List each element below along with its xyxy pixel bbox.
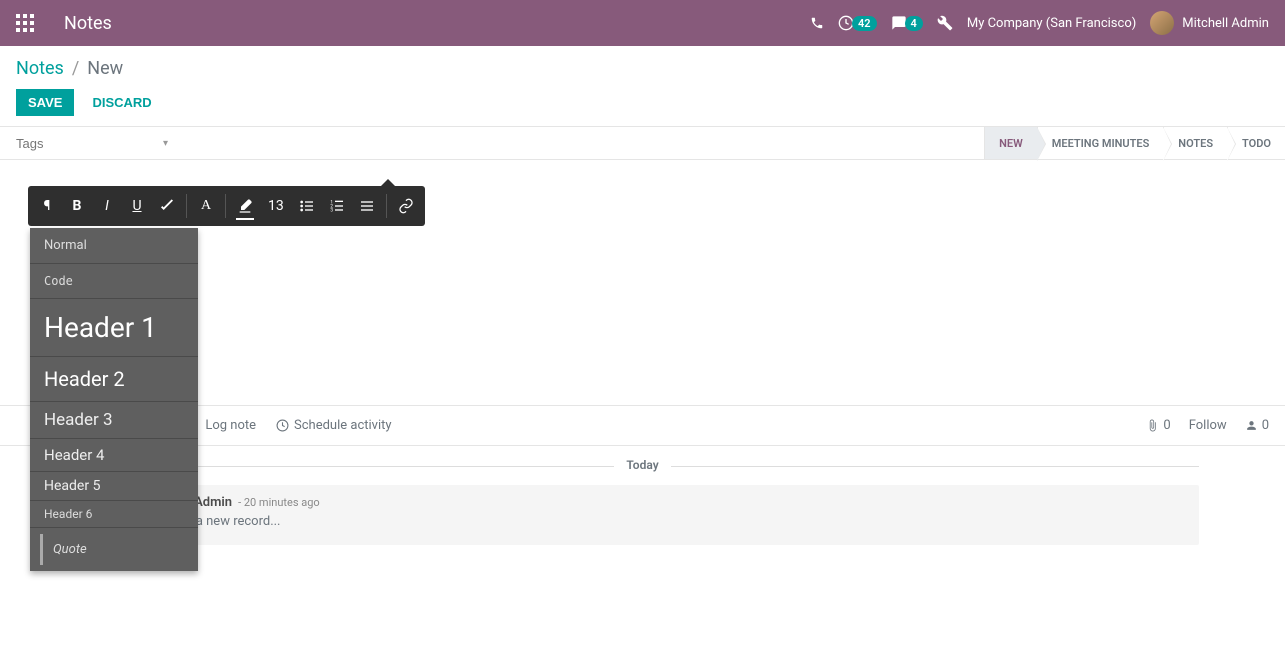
- save-button[interactable]: Save: [16, 89, 74, 116]
- unordered-list-button[interactable]: [292, 186, 322, 226]
- activities-badge: 42: [852, 16, 877, 31]
- style-option-h1[interactable]: Header 1: [30, 299, 198, 357]
- tags-input[interactable]: [0, 130, 175, 157]
- activities-icon[interactable]: 42: [838, 15, 877, 31]
- breadcrumb-separator: /: [72, 58, 79, 79]
- style-option-h5[interactable]: Header 5: [30, 472, 198, 501]
- breadcrumb-current: New: [87, 58, 123, 79]
- bold-button[interactable]: B: [62, 186, 92, 226]
- attachments-count[interactable]: 0: [1146, 418, 1170, 433]
- style-option-h3[interactable]: Header 3: [30, 402, 198, 439]
- tags-dropdown-caret[interactable]: ▾: [163, 138, 168, 149]
- follow-button[interactable]: Follow: [1189, 418, 1227, 433]
- status-step-notes[interactable]: Notes: [1163, 127, 1227, 159]
- log-note-button[interactable]: Log note: [205, 418, 256, 433]
- debug-icon[interactable]: [937, 15, 953, 31]
- date-separator: Today: [86, 458, 1199, 473]
- style-option-code[interactable]: Code: [30, 264, 198, 299]
- breadcrumb: Notes / New: [16, 58, 1269, 79]
- messaging-icon[interactable]: 4: [891, 15, 923, 31]
- font-color-button[interactable]: A: [191, 186, 221, 226]
- align-button[interactable]: [352, 186, 382, 226]
- app-title: Notes: [64, 13, 112, 34]
- paragraph-style-button[interactable]: ¶: [32, 186, 62, 226]
- control-panel: Notes / New Save Discard: [0, 46, 1285, 126]
- message-body: Creating a new record...: [144, 514, 1189, 529]
- style-option-quote[interactable]: Quote: [40, 534, 188, 565]
- highlight-button[interactable]: [230, 186, 260, 226]
- apps-icon[interactable]: [16, 14, 34, 32]
- italic-button[interactable]: I: [92, 186, 122, 226]
- message-time: - 20 minutes ago: [238, 496, 320, 509]
- followers-count[interactable]: 0: [1245, 418, 1269, 433]
- status-step-new[interactable]: New: [984, 127, 1037, 159]
- clear-format-button[interactable]: [152, 186, 182, 226]
- message-item: Mitchell Admin - 20 minutes ago Creating…: [86, 485, 1199, 545]
- font-size-selector[interactable]: 13: [260, 186, 292, 226]
- user-menu[interactable]: Mitchell Admin: [1150, 11, 1269, 35]
- rte-toolbar: ¶ B I U A 13 123: [28, 186, 425, 226]
- schedule-activity-label: Schedule activity: [294, 418, 392, 433]
- paragraph-style-dropdown: Normal Code Header 1 Header 2 Header 3 H…: [30, 228, 198, 571]
- style-option-normal[interactable]: Normal: [30, 228, 198, 264]
- status-step-meeting[interactable]: Meeting Minutes: [1037, 127, 1164, 159]
- style-option-h2[interactable]: Header 2: [30, 357, 198, 402]
- avatar: [1150, 11, 1174, 35]
- svg-text:3: 3: [330, 207, 333, 213]
- ordered-list-button[interactable]: 123: [322, 186, 352, 226]
- breadcrumb-root[interactable]: Notes: [16, 58, 64, 79]
- link-button[interactable]: [391, 186, 421, 226]
- style-option-h4[interactable]: Header 4: [30, 439, 198, 472]
- messages-badge: 4: [905, 16, 923, 31]
- username: Mitchell Admin: [1182, 16, 1269, 31]
- company-selector[interactable]: My Company (San Francisco): [967, 16, 1136, 31]
- style-option-h6[interactable]: Header 6: [30, 501, 198, 528]
- form-statusbar-row: ▾ New Meeting Minutes Notes Todo: [0, 126, 1285, 160]
- underline-button[interactable]: U: [122, 186, 152, 226]
- status-bar: New Meeting Minutes Notes Todo: [984, 127, 1285, 159]
- discard-button[interactable]: Discard: [84, 89, 159, 116]
- main-header: Notes 42 4 My Company (San Francisco) Mi…: [0, 0, 1285, 46]
- phone-icon[interactable]: [810, 16, 824, 30]
- schedule-activity-button[interactable]: Schedule activity: [276, 418, 392, 433]
